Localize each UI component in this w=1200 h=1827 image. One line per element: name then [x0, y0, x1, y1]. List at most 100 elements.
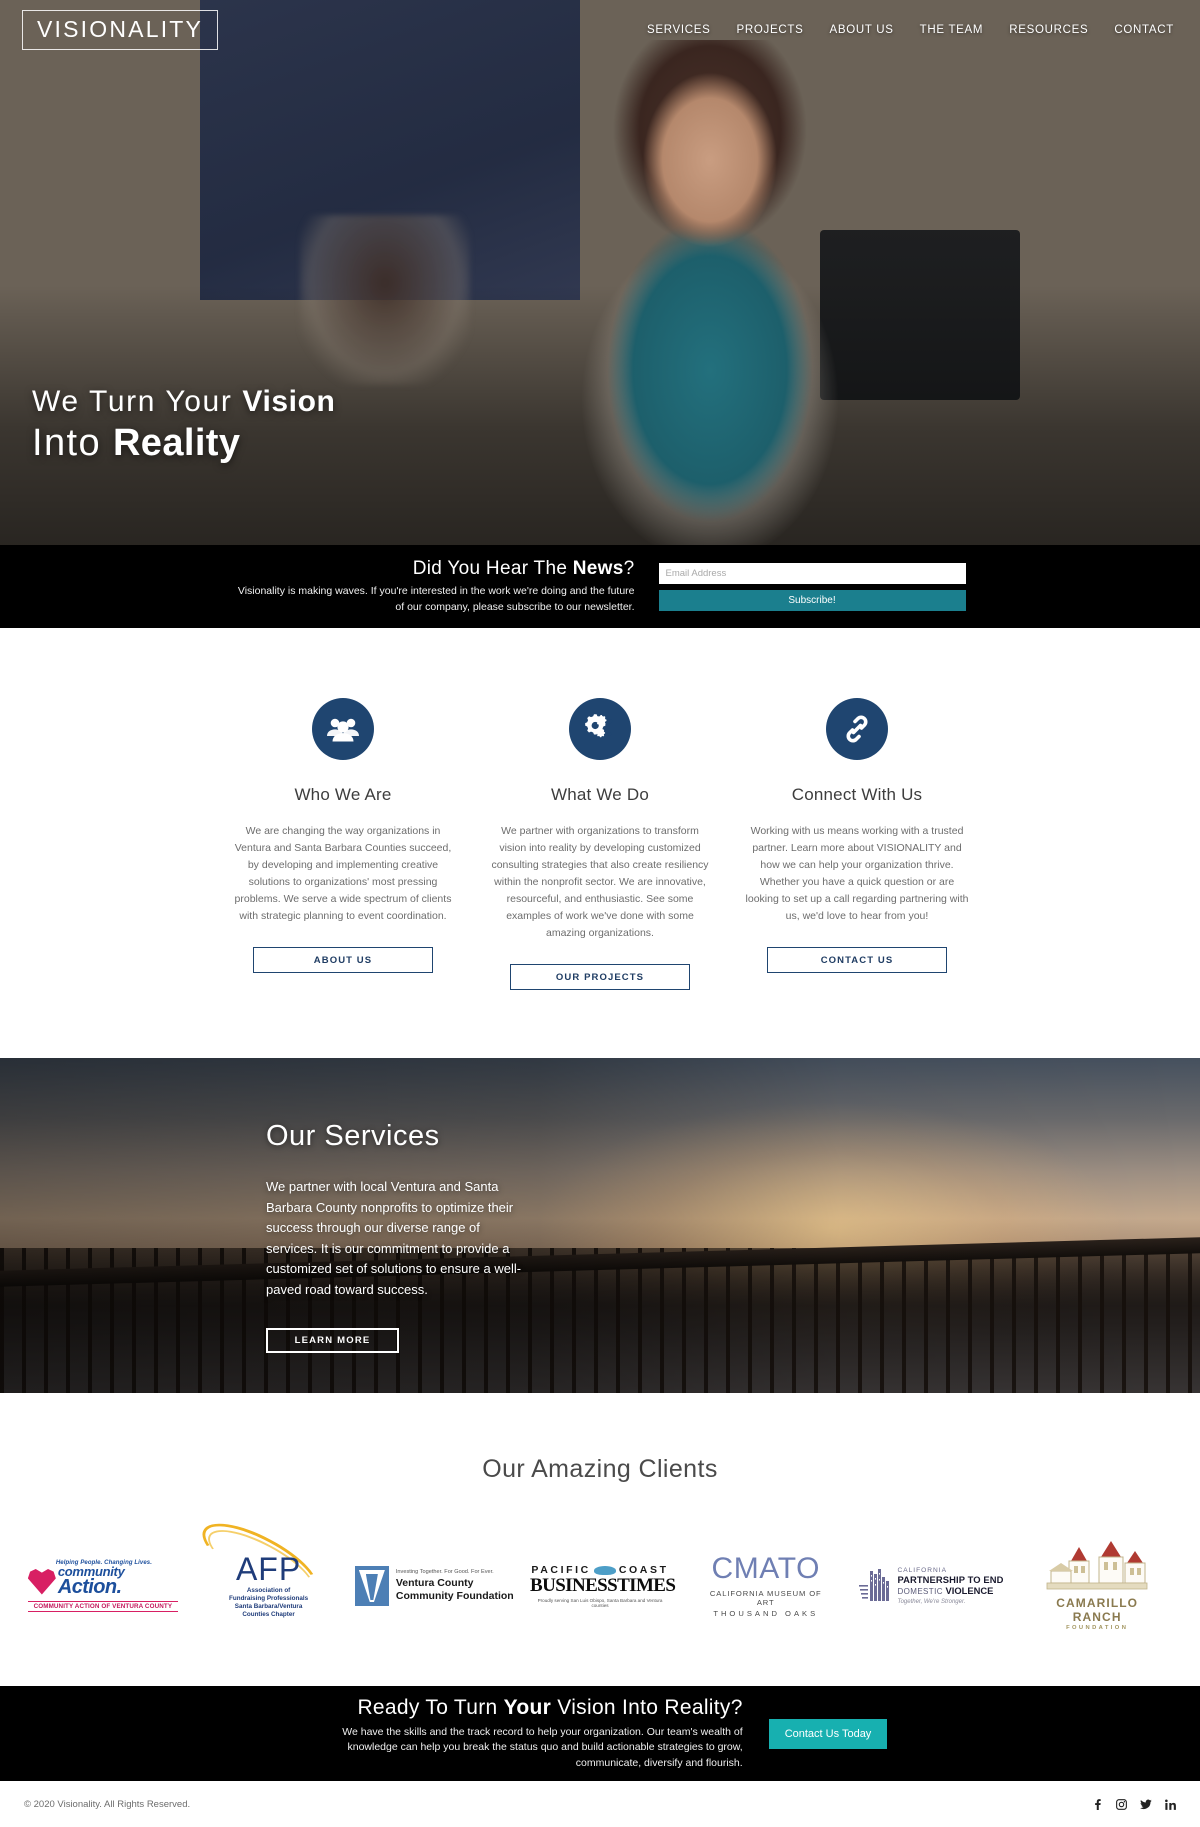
feature-column-what-we-do: What We Do We partner with organizations…	[487, 698, 714, 990]
hero-headline-line2: Into Reality	[32, 421, 335, 467]
community-action-word2: Action.	[57, 1576, 122, 1599]
hero-line1-plain: We Turn Your	[32, 384, 243, 418]
vccf-line1: Ventura County	[395, 1576, 474, 1589]
feature-title: Connect With Us	[791, 785, 923, 804]
afp-sub-line4: Counties Chapter	[242, 1611, 295, 1619]
facebook-icon[interactable]	[1092, 1798, 1103, 1810]
ranch-house-icon	[1041, 1541, 1153, 1593]
vccf-tagline: Investing Together. For Good. For Ever.	[395, 1568, 494, 1575]
city-skyline-icon	[859, 1569, 891, 1603]
client-logo-ventura-county-community-foundation[interactable]: Investing Together. For Good. For Ever. …	[351, 1546, 517, 1626]
gears-icon	[569, 698, 631, 760]
client-logo-cmato[interactable]: CMATO CALIFORNIA MUSEUM OF ART THOUSAND …	[683, 1546, 849, 1626]
clients-logo-row: Helping People. Changing Lives. communit…	[0, 1509, 1200, 1631]
learn-more-button[interactable]: LEARN MORE	[266, 1328, 399, 1354]
cta-title-after: Vision Into Reality?	[551, 1695, 743, 1719]
client-logo-camarillo-ranch[interactable]: CAMARILLO RANCH FOUNDATION	[1014, 1541, 1180, 1631]
feature-title: What We Do	[550, 785, 650, 804]
cta-title-before: Ready To Turn	[357, 1695, 504, 1719]
features-row: Who We Are We are changing the way organ…	[0, 698, 1200, 990]
vccf-line2: Community Foundation	[395, 1590, 514, 1602]
hero-headline: We Turn Your Vision Into Reality	[32, 383, 335, 467]
nav-item-resources[interactable]: RESOURCES	[1009, 24, 1088, 36]
contact-us-today-button[interactable]: Contact Us Today	[768, 1718, 888, 1749]
newsletter-copy: Did You Hear The News? Visionality is ma…	[235, 558, 635, 614]
community-action-bar: COMMUNITY ACTION OF VENTURA COUNTY	[27, 1600, 178, 1612]
camarillo-ranch-line1: CAMARILLO RANCH	[1056, 1596, 1139, 1624]
site-header: VISIONALITY SERVICES PROJECTS ABOUT US T…	[0, 0, 1200, 60]
social-links	[1092, 1798, 1176, 1810]
feature-title: Who We Are	[294, 785, 392, 804]
instagram-icon[interactable]	[1116, 1798, 1127, 1810]
cta-title-bold: Your	[503, 1695, 552, 1719]
clients-section: Our Amazing Clients Helping People. Chan…	[0, 1393, 1200, 1686]
cpedv-line4: Together, We're Stronger.	[897, 1599, 966, 1605]
link-chain-icon	[826, 698, 888, 760]
nav-item-the-team[interactable]: THE TEAM	[920, 24, 984, 36]
afp-sub-line2: Fundraising Professionals	[229, 1594, 309, 1602]
hero-foreground-person	[560, 40, 860, 545]
client-logo-afp[interactable]: AFP Association of Fundraising Professio…	[186, 1509, 352, 1626]
newsletter-title-bold: News	[572, 558, 624, 580]
people-group-icon	[312, 698, 374, 760]
client-logo-pacific-coast-business-times[interactable]: PACIFIC COAST BUSINESSTIMES Proudly serv…	[517, 1546, 683, 1626]
client-logo-california-partnership[interactable]: CALIFORNIA PARTNERSHIP TO END DOMESTIC V…	[849, 1546, 1015, 1626]
site-footer: © 2020 Visionality. All Rights Reserved.	[0, 1781, 1200, 1827]
hero-section: VISIONALITY SERVICES PROJECTS ABOUT US T…	[0, 0, 1200, 545]
pcbt-sub: Proudly serving San Luis Obispo, Santa B…	[537, 1598, 663, 1608]
nav-item-contact[interactable]: CONTACT	[1114, 24, 1174, 36]
subscribe-button[interactable]: Subscribe!	[658, 589, 966, 611]
clients-title: Our Amazing Clients	[482, 1455, 718, 1483]
services-section: Our Services We partner with local Ventu…	[0, 1058, 1200, 1393]
feature-body: We are changing the way organizations in…	[234, 825, 452, 922]
afp-sub-line1: Association of	[246, 1586, 291, 1594]
newsletter-section: Did You Hear The News? Visionality is ma…	[0, 545, 1200, 628]
feature-column-connect-with-us: Connect With Us Working with us means wo…	[744, 698, 971, 990]
feature-column-who-we-are: Who We Are We are changing the way organ…	[230, 698, 457, 990]
nav-item-projects[interactable]: PROJECTS	[737, 24, 804, 36]
linkedin-icon[interactable]	[1165, 1799, 1176, 1810]
pcbt-main: BUSINESSTIMES	[530, 1575, 676, 1596]
nav-item-about-us[interactable]: ABOUT US	[829, 24, 893, 36]
hero-headline-line1: We Turn Your Vision	[32, 383, 335, 421]
twitter-icon[interactable]	[1140, 1799, 1152, 1810]
services-body: We partner with local Ventura and Santa …	[266, 1179, 522, 1297]
newsletter-title: Did You Hear The News?	[235, 558, 635, 580]
newsletter-title-before: Did You Hear The	[412, 558, 573, 580]
hero-line1-bold: Vision	[242, 384, 336, 418]
client-logo-community-action[interactable]: Helping People. Changing Lives. communit…	[20, 1546, 186, 1626]
site-logo[interactable]: VISIONALITY	[22, 10, 219, 50]
cta-section: Ready To Turn Your Vision Into Reality? …	[0, 1686, 1200, 1781]
our-projects-button[interactable]: OUR PROJECTS	[510, 964, 690, 990]
main-navigation: SERVICES PROJECTS ABOUT US THE TEAM RESO…	[647, 24, 1178, 36]
newsletter-subtitle: Visionality is making waves. If you're i…	[237, 585, 635, 613]
features-section: Who We Are We are changing the way organ…	[0, 628, 1200, 1058]
cpedv-line1: CALIFORNIA	[897, 1567, 948, 1574]
cmato-line1: CALIFORNIA MUSEUM OF ART	[709, 1589, 822, 1607]
afp-sub-line3: Santa Barbara/Ventura	[234, 1603, 303, 1610]
hero-background-person	[300, 215, 470, 385]
cta-title: Ready To Turn Your Vision Into Reality?	[313, 1696, 743, 1720]
afp-letters: AFP	[235, 1550, 302, 1587]
newsletter-title-after: ?	[623, 558, 635, 580]
nav-item-services[interactable]: SERVICES	[647, 24, 711, 36]
cpedv-line3-bold: VIOLENCE	[945, 1585, 994, 1596]
services-title: Our Services	[266, 1120, 440, 1152]
cmato-line2: THOUSAND OAKS	[713, 1609, 819, 1618]
hero-line2-bold: Reality	[112, 422, 241, 465]
cta-copy: Ready To Turn Your Vision Into Reality? …	[313, 1696, 743, 1772]
cpedv-line2: PARTNERSHIP TO END	[897, 1574, 1004, 1585]
email-input[interactable]	[658, 562, 966, 584]
feature-body: Working with us means working with a tru…	[745, 825, 969, 922]
cmato-main: CMATO	[711, 1552, 821, 1585]
about-us-button[interactable]: ABOUT US	[253, 947, 433, 973]
services-content: Our Services We partner with local Ventu…	[0, 1058, 1200, 1354]
hero-line2-plain: Into	[32, 422, 113, 465]
camarillo-ranch-line2: FOUNDATION	[1066, 1625, 1129, 1631]
contact-us-button[interactable]: CONTACT US	[767, 947, 947, 973]
cpedv-line3-plain: DOMESTIC	[897, 1587, 946, 1596]
cta-subtitle: We have the skills and the track record …	[342, 1725, 743, 1769]
feature-body: We partner with organizations to transfo…	[491, 825, 709, 939]
newsletter-form: Subscribe!	[658, 562, 966, 611]
copyright-text: © 2020 Visionality. All Rights Reserved.	[24, 1798, 191, 1810]
